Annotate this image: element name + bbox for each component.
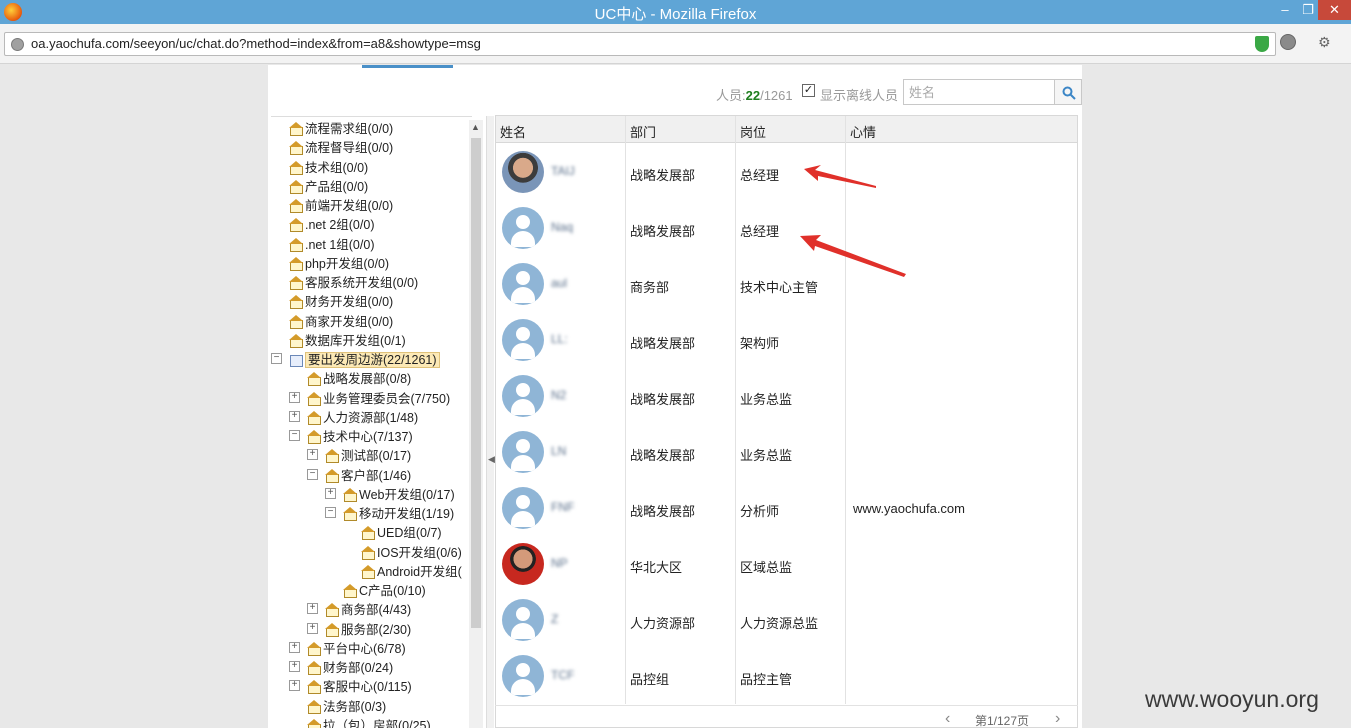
watermark: www.wooyun.org: [1145, 686, 1319, 712]
annotation-arrow: [800, 235, 906, 277]
annotation-arrows: [800, 165, 906, 277]
annotation-arrow: [804, 165, 876, 188]
